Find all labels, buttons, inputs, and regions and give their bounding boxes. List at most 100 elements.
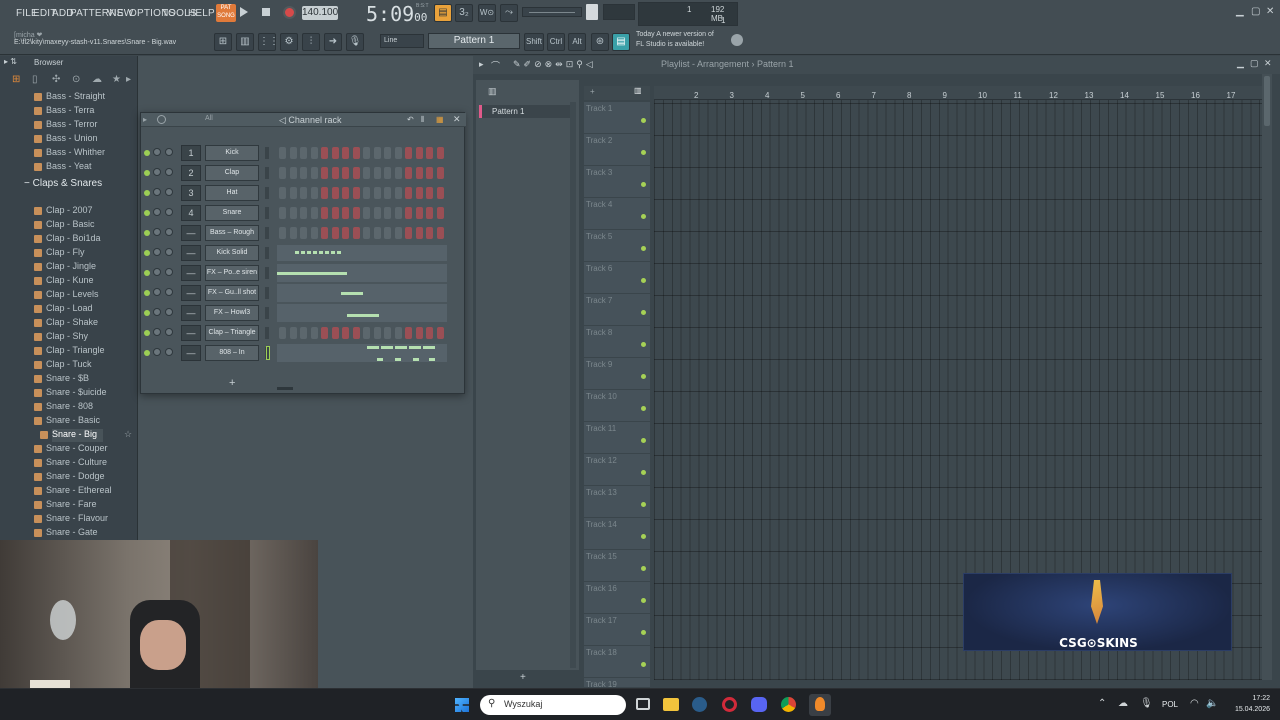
step-button[interactable] [289, 147, 297, 159]
volume-knob[interactable] [165, 348, 173, 356]
task-view-icon[interactable] [636, 698, 650, 710]
step-button[interactable] [363, 327, 370, 339]
track-mute-led[interactable] [641, 342, 646, 347]
mixer-track-number[interactable]: — [181, 325, 201, 341]
channel-row[interactable]: —808 – In [141, 343, 466, 363]
network-icon[interactable]: ☁ [1118, 698, 1128, 709]
menu-help[interactable]: HELP [188, 8, 215, 19]
step-button[interactable] [415, 207, 423, 219]
stop-button[interactable] [262, 8, 270, 16]
step-button[interactable] [300, 207, 307, 219]
step-button[interactable] [352, 207, 360, 219]
step-button[interactable] [279, 167, 286, 179]
volume-knob[interactable] [165, 288, 173, 296]
track-header[interactable]: Track 7 [584, 294, 650, 326]
volume-knob[interactable] [165, 308, 173, 316]
step-button[interactable] [415, 147, 423, 159]
step-button[interactable] [331, 147, 339, 159]
pan-knob[interactable] [153, 148, 161, 156]
step-button[interactable] [342, 207, 349, 219]
channel-mute-led[interactable] [144, 250, 150, 256]
step-button[interactable] [363, 207, 370, 219]
track-mute-led[interactable] [641, 214, 646, 219]
playlist-max-icon[interactable]: ▢ [1250, 58, 1259, 69]
browser-item[interactable]: Snare - $uicide [34, 387, 107, 400]
channel-name-button[interactable]: Hat [205, 185, 259, 201]
step-button[interactable] [352, 227, 360, 239]
channel-mute-led[interactable] [144, 290, 150, 296]
mic-icon[interactable]: 🎙 [346, 33, 364, 51]
countdown-button[interactable]: 3₂ [455, 4, 473, 22]
step-button[interactable] [426, 227, 433, 239]
pan-knob[interactable] [153, 308, 161, 316]
step-button[interactable] [426, 147, 433, 159]
browser-menu-icon[interactable]: ▸ ⇅ [4, 57, 17, 66]
timeline-ruler[interactable] [654, 86, 1262, 100]
channel-row[interactable]: 2 Clap [141, 163, 466, 183]
step-button[interactable] [384, 227, 391, 239]
step-button[interactable] [342, 167, 349, 179]
step-button[interactable] [331, 167, 339, 179]
channel-mute-led[interactable] [144, 190, 150, 196]
rack-scrollbar[interactable] [277, 387, 293, 390]
mixer-track-number[interactable]: — [181, 265, 201, 281]
step-button[interactable] [394, 187, 402, 199]
channel-select[interactable] [265, 267, 269, 279]
channel-row[interactable]: — Bass – Rough [141, 223, 466, 243]
mic-tray-icon[interactable]: 🎙 [1140, 698, 1153, 709]
loop-record-button[interactable]: ⤳ [500, 4, 518, 22]
pan-knob[interactable] [153, 208, 161, 216]
browser-item[interactable]: Bass - Yeat [34, 161, 92, 174]
step-button[interactable] [289, 327, 297, 339]
piano-roll-preview[interactable] [277, 304, 447, 322]
channel-name-button[interactable]: FX – Gu..ll shot [205, 285, 259, 301]
track-mute-led[interactable] [641, 278, 646, 283]
add-track-icon[interactable]: + [590, 87, 595, 96]
rack-graph-icon[interactable]: ⫴ [421, 115, 424, 125]
mixer-track-number[interactable]: 3 [181, 185, 201, 201]
step-button[interactable] [405, 227, 412, 239]
channel-select[interactable] [265, 187, 269, 199]
track-mute-led[interactable] [641, 662, 646, 667]
channel-mute-led[interactable] [144, 210, 150, 216]
browser-item[interactable]: Clap - Levels [34, 289, 99, 302]
playlist-snap-icon[interactable]: ⌒ [491, 59, 500, 72]
channel-name-button[interactable]: Clap [205, 165, 259, 181]
pattern-item[interactable]: Pattern 1 [479, 105, 573, 118]
browser-item[interactable]: Clap - Jingle [34, 261, 96, 274]
mixer-track-number[interactable]: — [181, 345, 201, 361]
track-header[interactable]: Track 4 [584, 198, 650, 230]
online-icon[interactable]: ⊛ [591, 33, 609, 51]
volume-knob[interactable] [165, 188, 173, 196]
step-button[interactable] [331, 207, 339, 219]
step-button[interactable] [373, 147, 381, 159]
browser-item[interactable]: Bass - Terra [34, 105, 94, 118]
volume-knob[interactable] [165, 328, 173, 336]
metronome-button[interactable]: ▤ [434, 4, 452, 22]
step-button[interactable] [405, 167, 412, 179]
mixer-track-number[interactable]: 4 [181, 205, 201, 221]
volume-knob[interactable] [165, 268, 173, 276]
step-button[interactable] [352, 187, 360, 199]
channel-select[interactable] [265, 167, 269, 179]
step-button[interactable] [352, 167, 360, 179]
browser-all-icon[interactable]: ⊞ [12, 74, 20, 85]
step-button[interactable] [373, 207, 381, 219]
taskbar-search[interactable]: ⚲ Wyszukaj [480, 695, 626, 715]
step-button[interactable] [310, 167, 318, 179]
channel-name-button[interactable]: Kick Solid [205, 245, 259, 261]
flstudio-icon[interactable] [809, 694, 831, 716]
step-button[interactable] [405, 207, 412, 219]
pan-knob[interactable] [153, 348, 161, 356]
browser-item[interactable]: Snare - Flavour [34, 513, 108, 526]
track-mute-led[interactable] [641, 598, 646, 603]
pattern-selector[interactable]: Pattern 1 [428, 33, 520, 49]
browser-item[interactable]: Clap - Tuck [34, 359, 92, 372]
track-mute-led[interactable] [641, 182, 646, 187]
channel-name-button[interactable]: Snare [205, 205, 259, 221]
track-header[interactable]: Track 16 [584, 582, 650, 614]
mixer-button[interactable]: ▥ [236, 33, 254, 51]
channel-name-button[interactable]: FX – Po..e siren [205, 265, 259, 281]
step-button[interactable] [279, 207, 286, 219]
track-mute-led[interactable] [641, 438, 646, 443]
